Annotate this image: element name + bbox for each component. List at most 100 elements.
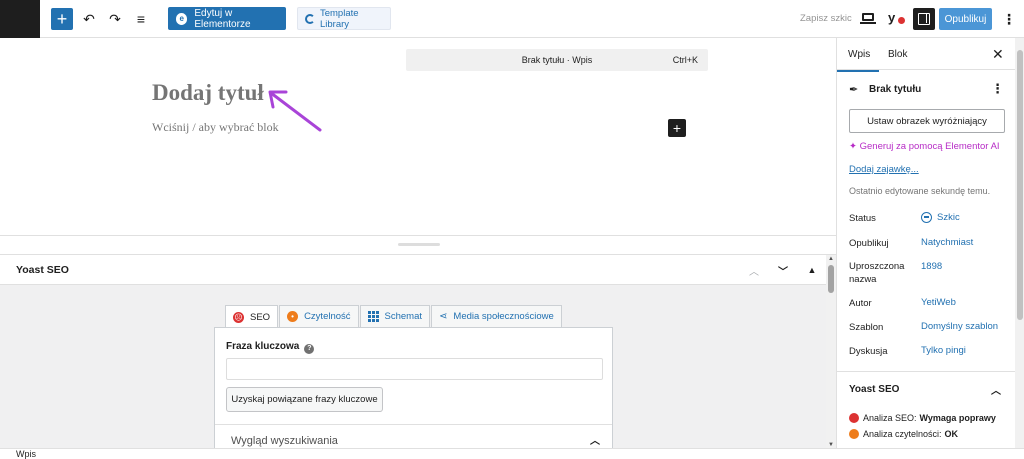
- settings-sidebar: Wpis Blok ✕ ✒ Brak tytułu ⋮ Ustaw obraze…: [836, 38, 1024, 448]
- draft-status-icon: [921, 212, 932, 223]
- scroll-up-icon: ▲: [828, 256, 834, 262]
- vertical-ellipsis-icon: ⋮: [1002, 10, 1016, 27]
- toggle-panel-button[interactable]: ▲: [804, 262, 820, 278]
- status-value[interactable]: Szkic: [921, 212, 960, 223]
- list-view-button[interactable]: ≡: [130, 8, 152, 30]
- readability-status-icon: [849, 429, 859, 439]
- sidebar-yoast-title[interactable]: Yoast SEO: [849, 384, 899, 395]
- plus-icon: +: [672, 120, 682, 136]
- sparkle-icon: ✦: [849, 141, 860, 152]
- elementor-ai-label: Generuj za pomocą Elementor AI: [859, 141, 1000, 152]
- yoast-tabs: ☹ SEO • Czytelność Schemat ⋖ Media społe…: [225, 305, 563, 328]
- sidebar-scrollbar-thumb[interactable]: [1017, 50, 1023, 320]
- sidebar-icon: [918, 13, 930, 25]
- slug-value[interactable]: 1898: [921, 261, 942, 272]
- seo-analysis-label: Analiza SEO:: [863, 413, 917, 423]
- command-bar-shortcut: Ctrl+K: [672, 55, 698, 65]
- elementor-ai-link[interactable]: ✦ Generuj za pomocą Elementor AI: [849, 141, 1000, 152]
- tab-block[interactable]: Blok: [888, 49, 907, 60]
- publish-button[interactable]: Opublikuj: [939, 8, 992, 30]
- command-palette-bar[interactable]: Brak tytułu · Wpis Ctrl+K: [406, 49, 708, 71]
- chevron-down-icon: ﹀: [778, 266, 788, 278]
- publish-date-value[interactable]: Natychmiast: [921, 237, 973, 248]
- edit-with-elementor-label: Edytuj w Elementorze: [194, 7, 251, 30]
- yoast-metabox-title: Yoast SEO: [16, 264, 69, 276]
- chevron-up-icon[interactable]: ︿: [991, 382, 1001, 397]
- desktop-preview-icon-base: [860, 22, 876, 24]
- template-value[interactable]: Domyślny szablon: [921, 321, 998, 332]
- tab-social[interactable]: ⋖ Media społecznościowe: [431, 305, 562, 327]
- add-excerpt-link[interactable]: Dodaj zajawkę...: [849, 164, 919, 175]
- search-appearance-section[interactable]: Wygląd wyszukiwania ︿: [215, 424, 612, 450]
- seo-status-dot: [898, 17, 905, 24]
- command-bar-title: Brak tytułu · Wpis: [521, 55, 593, 65]
- list-view-icon: ≡: [136, 11, 146, 27]
- scrollbar-thumb[interactable]: [828, 265, 834, 293]
- redo-button[interactable]: ↷: [104, 8, 126, 30]
- post-title-input[interactable]: Dodaj tytuł: [152, 80, 264, 106]
- share-icon: ⋖: [439, 311, 448, 322]
- add-block-button[interactable]: +: [668, 119, 686, 137]
- editor-toolbar: + ↶ ↷ ≡ e Edytuj w Elementorze Template …: [0, 0, 1024, 38]
- grid-icon: [367, 311, 379, 322]
- tab-post[interactable]: Wpis: [836, 49, 880, 72]
- tab-social-label: Media społecznościowe: [453, 311, 554, 322]
- plus-icon: +: [56, 9, 68, 29]
- yoast-toolbar-button[interactable]: y: [886, 8, 906, 30]
- document-title-text: Brak tytułu: [869, 83, 922, 95]
- metabox-divider: [0, 235, 836, 236]
- tab-readability[interactable]: • Czytelność: [279, 305, 359, 327]
- seo-analysis-value: Wymaga poprawy: [919, 413, 996, 423]
- settings-sidebar-toggle[interactable]: [913, 8, 935, 30]
- metabox-resize-handle[interactable]: [398, 243, 440, 246]
- default-block-placeholder[interactable]: Wciśnij / aby wybrać blok: [152, 120, 279, 135]
- template-library-label: Template Library: [319, 7, 359, 30]
- search-appearance-title: Wygląd wyszukiwania: [231, 435, 338, 447]
- undo-button[interactable]: ↶: [78, 8, 100, 30]
- status-value-text: Szkic: [937, 212, 960, 223]
- document-actions-button[interactable]: ⋮: [991, 81, 1004, 97]
- metabox-scrollbar[interactable]: ▲ ▼: [826, 255, 836, 449]
- close-icon: ✕: [992, 46, 1004, 62]
- template-library-icon: [305, 13, 315, 24]
- template-library-button[interactable]: Template Library: [297, 7, 391, 30]
- publish-label: Opublikuj: [849, 238, 889, 249]
- seo-status-icon: [849, 413, 859, 423]
- yoast-metabox-header: Yoast SEO ︿ ﹀ ▲: [0, 255, 826, 285]
- yoast-icon: y: [888, 10, 896, 25]
- sidebar-tabs: Wpis Blok ✕: [836, 38, 1015, 72]
- tab-seo-label: SEO: [250, 311, 271, 323]
- save-draft-button[interactable]: Zapisz szkic: [800, 13, 852, 24]
- breadcrumb[interactable]: Wpis: [16, 449, 36, 459]
- sidebar-separator: [837, 371, 1015, 372]
- author-label: Autor: [849, 298, 872, 309]
- edit-with-elementor-button[interactable]: e Edytuj w Elementorze: [168, 7, 286, 30]
- seo-analysis-row: Analiza SEO: Wymaga poprawy: [849, 413, 996, 423]
- move-up-button[interactable]: ︿: [746, 262, 762, 278]
- elementor-icon: e: [176, 12, 188, 25]
- tab-seo[interactable]: ☹ SEO: [225, 305, 279, 328]
- move-down-button[interactable]: ﹀: [775, 262, 791, 278]
- desktop-preview-icon: [862, 13, 874, 21]
- vertical-ellipsis-icon: ⋮: [991, 81, 1004, 96]
- block-inserter-button[interactable]: +: [51, 8, 73, 30]
- chevron-up-icon: ︿: [749, 266, 759, 278]
- discussion-value[interactable]: Tylko pingi: [921, 345, 966, 356]
- set-featured-image-button[interactable]: Ustaw obrazek wyróżniający: [849, 109, 1005, 133]
- tab-schema[interactable]: Schemat: [359, 305, 431, 327]
- author-value[interactable]: YetiWeb: [921, 297, 956, 308]
- keyphrase-input[interactable]: [226, 358, 603, 380]
- wordpress-logo[interactable]: [0, 0, 40, 38]
- options-menu-button[interactable]: ⋮: [999, 8, 1019, 30]
- document-title: ✒ Brak tytułu: [849, 83, 922, 97]
- redo-icon: ↷: [109, 10, 121, 27]
- sidebar-scrollbar[interactable]: [1015, 38, 1024, 448]
- discussion-label: Dyskusja: [849, 346, 888, 357]
- editor-footer: Wpis: [0, 448, 1024, 459]
- related-keyphrases-button[interactable]: Uzyskaj powiązane frazy kluczowe: [226, 387, 383, 412]
- preview-button[interactable]: [860, 10, 876, 26]
- sad-face-icon: ☹: [233, 311, 244, 323]
- help-icon[interactable]: ?: [304, 343, 315, 354]
- keyphrase-label-text: Fraza kluczowa: [226, 341, 300, 352]
- close-sidebar-button[interactable]: ✕: [992, 46, 1004, 63]
